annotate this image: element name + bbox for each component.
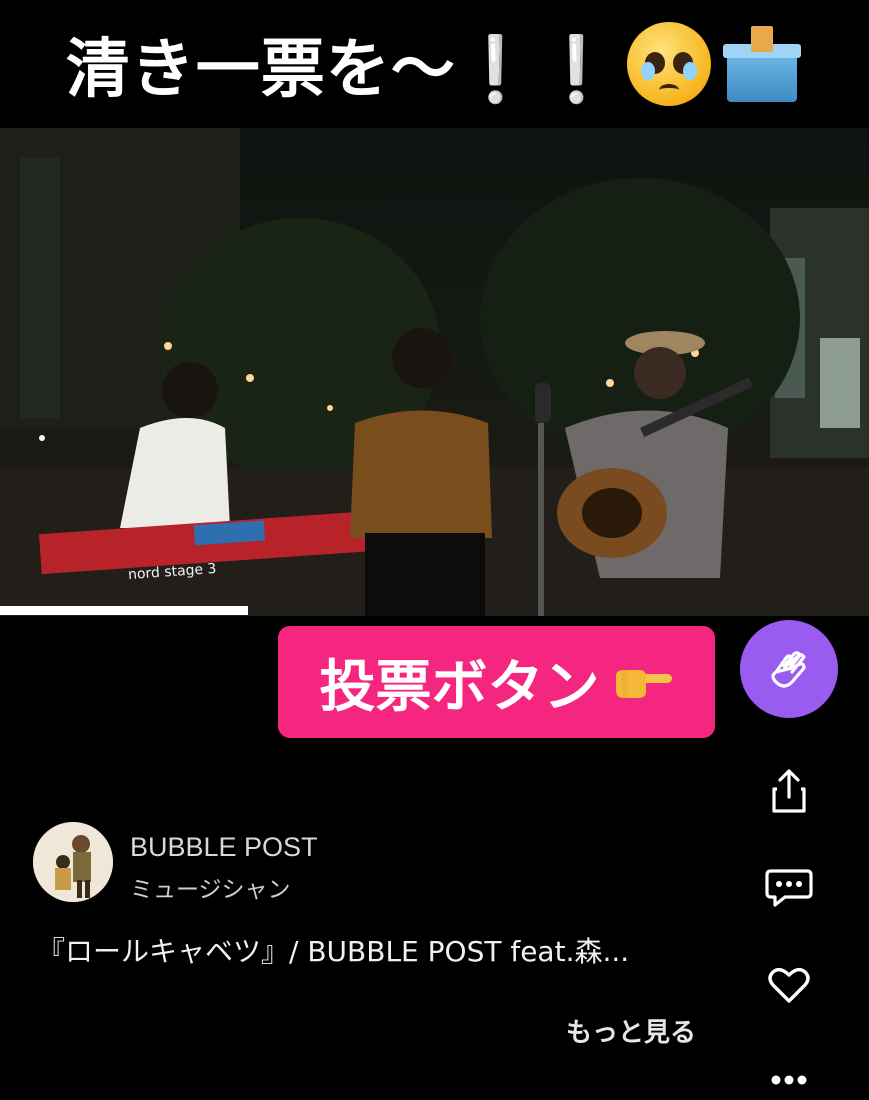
video-scene — [0, 128, 869, 616]
share-icon — [772, 769, 806, 813]
channel-name[interactable]: BUBBLE POST — [130, 832, 318, 863]
video-progress-bar[interactable] — [0, 606, 869, 615]
clap-icon — [771, 651, 806, 688]
share-button[interactable] — [764, 766, 814, 816]
heart-icon — [768, 967, 810, 1003]
channel-category: ミュージシャン — [130, 877, 291, 903]
pointing-right-icon — [615, 670, 672, 698]
more-link[interactable]: もっと見る — [566, 1012, 696, 1049]
video-player[interactable]: nord stage 3 — [0, 128, 869, 616]
more-icon — [771, 1075, 807, 1085]
comment-button[interactable] — [764, 862, 814, 912]
caption-text: 清き一票を〜❕❕ — [65, 33, 618, 107]
avatar[interactable] — [33, 822, 113, 902]
video-title: 『ロールキャベツ』/ BUBBLE POST feat.森... — [37, 935, 630, 968]
ballot-box-icon — [721, 22, 803, 106]
caption-bar: 清き一票を〜❕❕ — [0, 0, 869, 128]
like-button[interactable] — [764, 960, 814, 1010]
vote-banner-label: 投票ボタン — [319, 654, 600, 720]
more-button[interactable] — [764, 1060, 814, 1100]
comment-icon — [765, 869, 813, 907]
video-progress-fill — [0, 606, 248, 615]
pleading-face-icon — [627, 22, 712, 106]
vote-banner: 投票ボタン — [278, 626, 715, 738]
clap-button[interactable] — [740, 620, 838, 718]
